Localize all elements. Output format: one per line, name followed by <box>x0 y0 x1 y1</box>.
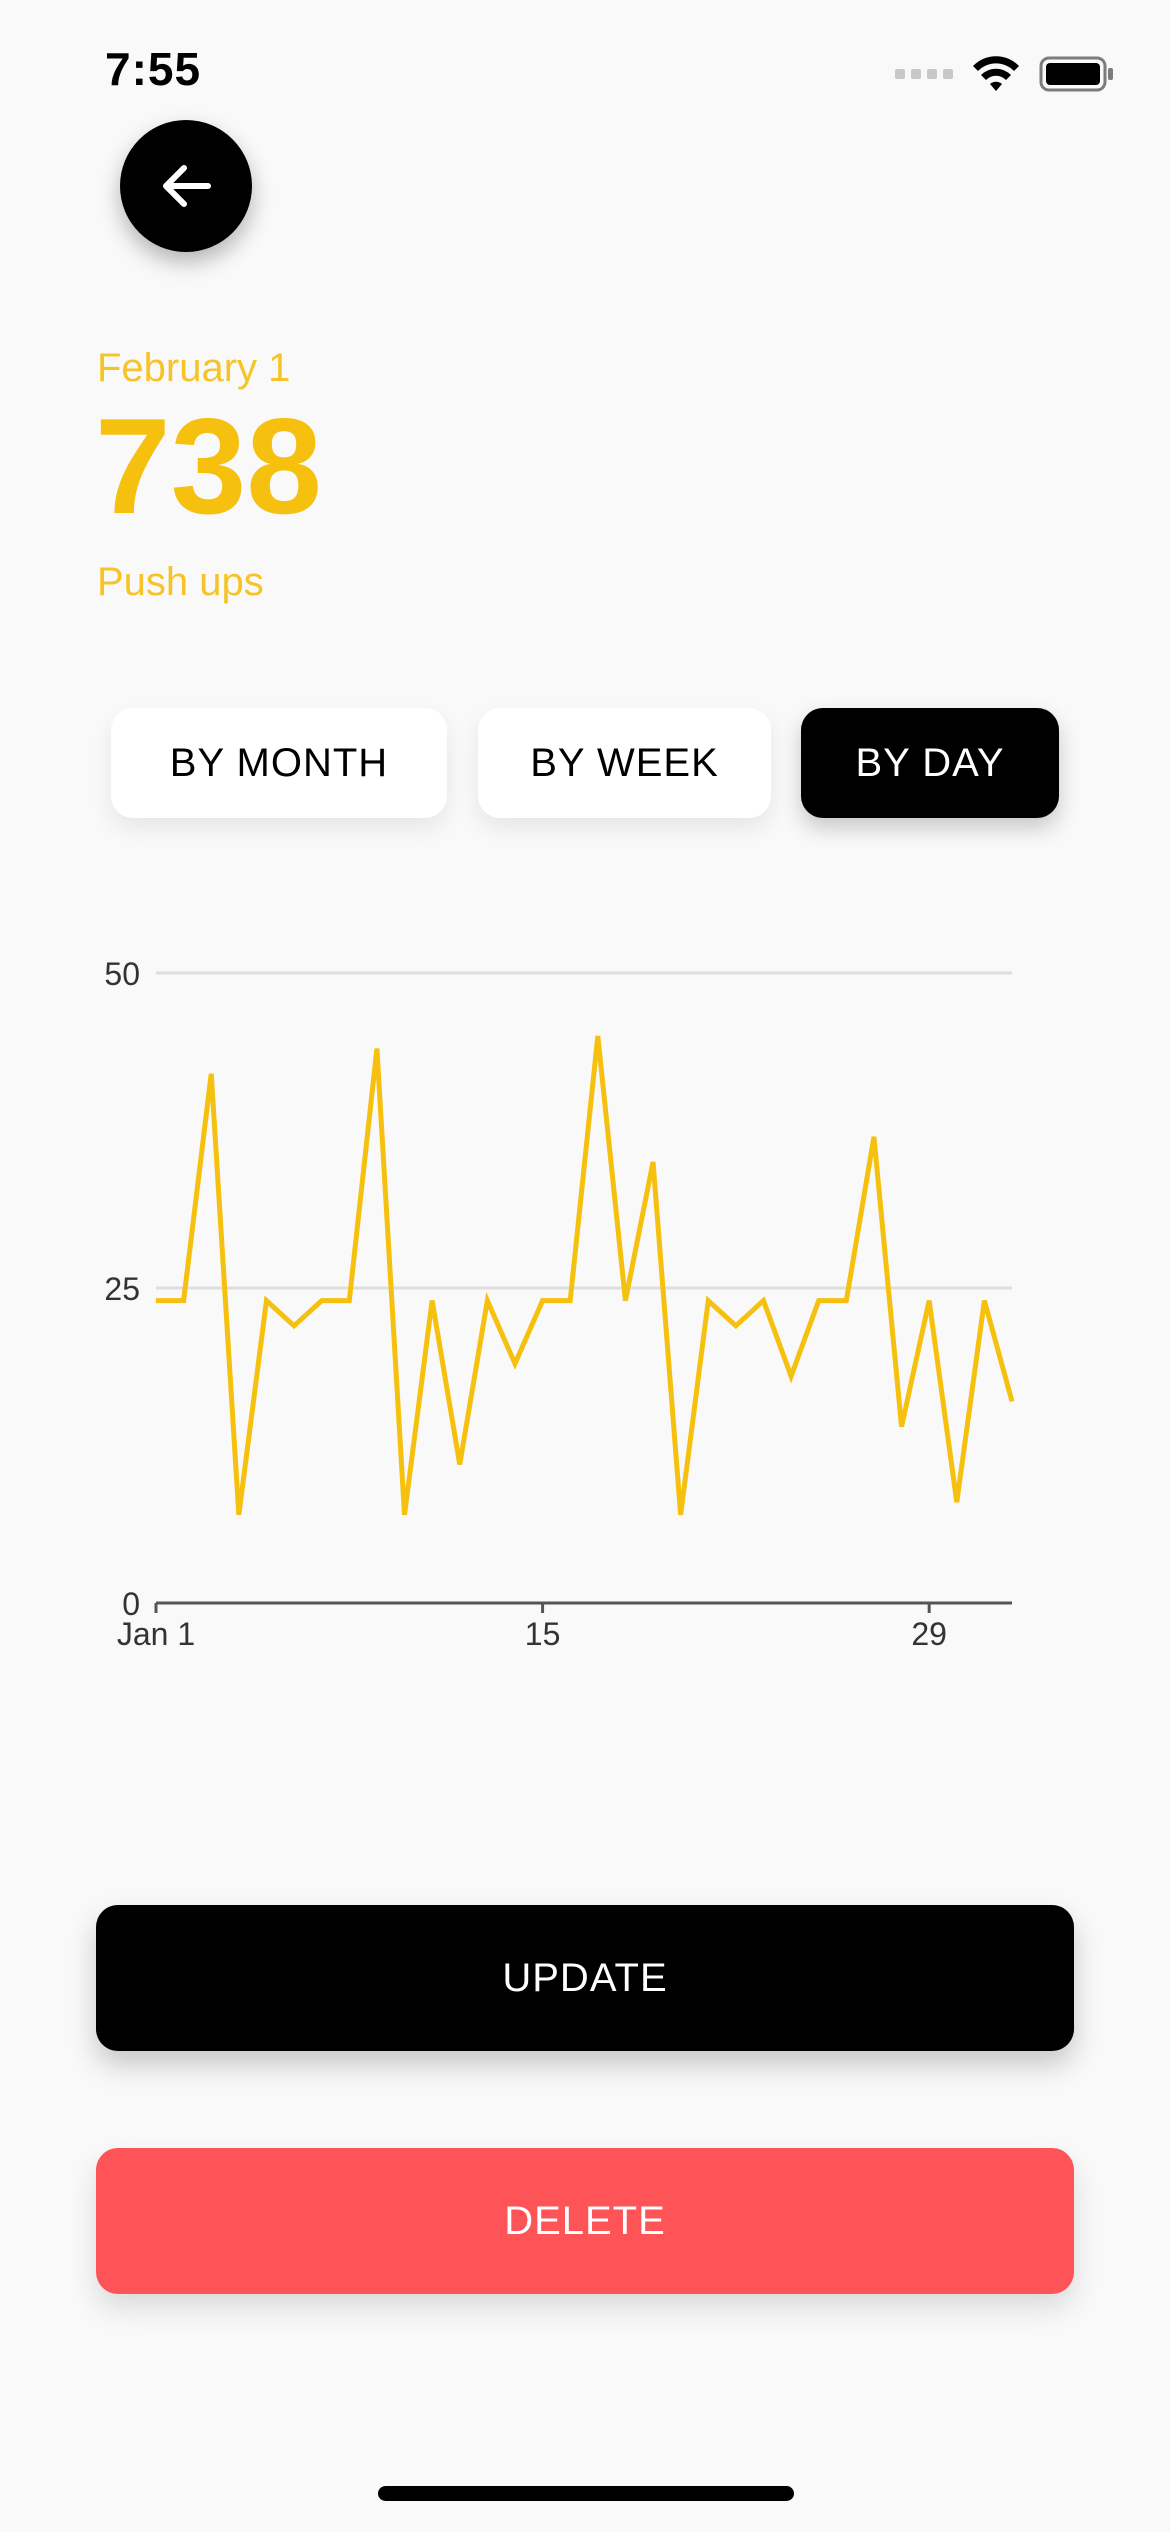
date-label: February 1 <box>97 346 291 390</box>
x-tick-label: 15 <box>525 1616 561 1652</box>
data-point <box>680 1514 682 1516</box>
data-point <box>293 1325 295 1327</box>
data-point <box>956 1501 958 1503</box>
data-point <box>459 1463 461 1465</box>
data-point <box>542 1300 544 1302</box>
data-point <box>597 1035 599 1037</box>
back-button[interactable] <box>120 120 252 252</box>
data-point <box>514 1363 516 1365</box>
data-point <box>404 1514 406 1516</box>
exercise-name: Push ups <box>97 560 264 604</box>
arrow-left-icon <box>163 165 211 207</box>
update-button[interactable]: UPDATE <box>96 1905 1074 2051</box>
data-point <box>707 1300 709 1302</box>
tab-by-day[interactable]: BY DAY <box>801 708 1059 818</box>
home-indicator <box>378 2486 794 2501</box>
data-point <box>569 1300 571 1302</box>
data-point <box>901 1426 903 1428</box>
tab-by-month[interactable]: BY MONTH <box>111 708 447 818</box>
data-point <box>818 1300 820 1302</box>
series-line <box>156 1035 1015 1516</box>
data-point <box>376 1048 378 1050</box>
delete-button[interactable]: DELETE <box>96 2148 1074 2294</box>
data-point <box>238 1514 240 1516</box>
data-point <box>873 1136 875 1138</box>
signal-icon <box>895 69 953 79</box>
data-point <box>431 1300 433 1302</box>
battery-icon <box>1039 56 1113 92</box>
data-point <box>790 1375 792 1377</box>
data-point <box>155 1300 157 1302</box>
status-time: 7:55 <box>105 43 202 95</box>
wifi-icon <box>973 56 1019 91</box>
data-point <box>624 1300 626 1302</box>
data-point <box>486 1300 488 1302</box>
data-point <box>265 1300 267 1302</box>
data-point <box>183 1300 185 1302</box>
data-point <box>845 1300 847 1302</box>
status-icons <box>895 52 1115 96</box>
data-point <box>210 1073 212 1075</box>
line-chart: 02550Jan 1 15 29 <box>104 956 1015 1652</box>
x-tick-label: Jan 1 <box>117 1616 195 1652</box>
tab-by-week[interactable]: BY WEEK <box>478 708 771 818</box>
data-point <box>348 1300 350 1302</box>
y-tick-label: 25 <box>104 1271 140 1307</box>
data-point <box>762 1300 764 1302</box>
data-point <box>928 1300 930 1302</box>
data-point <box>321 1300 323 1302</box>
data-point <box>735 1325 737 1327</box>
data-point <box>1011 1400 1013 1402</box>
x-tick-label: 29 <box>911 1616 947 1652</box>
y-tick-label: 50 <box>104 956 140 992</box>
daily-chart: 0 25 50 Jan 1 15 29 <box>0 930 1170 1670</box>
data-point <box>652 1161 654 1163</box>
data-point <box>983 1300 985 1302</box>
total-count: 738 <box>95 390 322 542</box>
